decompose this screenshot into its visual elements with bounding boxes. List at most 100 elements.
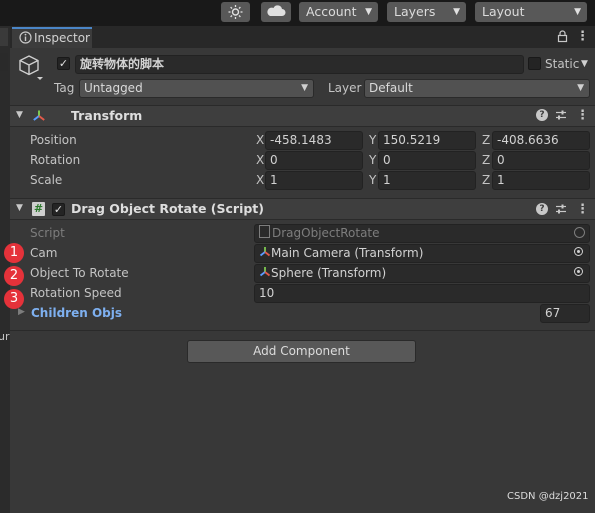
component-menu-icon[interactable]: ⋮: [576, 109, 589, 123]
tag-dropdown[interactable]: Untagged ▼: [79, 79, 314, 98]
rotation-x-input[interactable]: 0: [265, 151, 363, 170]
layout-dropdown[interactable]: Layout ▼: [475, 2, 587, 22]
layers-dropdown[interactable]: Layers ▼: [387, 2, 466, 22]
chevron-down-icon: ▼: [574, 7, 581, 17]
preset-sliders-icon[interactable]: [555, 109, 567, 121]
tag-label: Tag: [54, 81, 75, 95]
game-object-cube-icon: [19, 55, 43, 80]
watermark: CSDN @dzj2021: [507, 491, 589, 502]
object-to-rotate-value: Sphere (Transform): [271, 266, 387, 280]
axis-x-label[interactable]: X: [256, 131, 264, 150]
children-objs-label[interactable]: Children Objs: [31, 304, 122, 322]
chevron-down-icon: ▼: [301, 83, 308, 93]
script-field-label: Script: [30, 226, 65, 240]
rotation-z-value: 0: [497, 153, 505, 167]
layer-label: Layer: [328, 81, 362, 95]
rotation-y-value: 0: [383, 153, 391, 167]
rotation-z-input[interactable]: 0: [492, 151, 590, 170]
cam-reference-value: Main Camera (Transform): [271, 246, 424, 260]
script-reference-value: DragObjectRotate: [272, 226, 380, 240]
scale-y-input[interactable]: 1: [378, 171, 476, 190]
cam-reference-field[interactable]: Main Camera (Transform): [254, 244, 590, 263]
scale-label: Scale: [30, 173, 63, 187]
tab-label: Inspector: [34, 31, 90, 45]
annotation-marker-3: 3: [4, 289, 24, 309]
position-y-input[interactable]: 150.5219: [378, 131, 476, 150]
axis-y-label[interactable]: Y: [369, 151, 376, 170]
layer-dropdown[interactable]: Default ▼: [364, 79, 590, 98]
object-to-rotate-field[interactable]: Sphere (Transform): [254, 264, 590, 283]
chevron-down-icon: ▼: [365, 7, 372, 17]
scale-x-input[interactable]: 1: [265, 171, 363, 190]
cloud-button[interactable]: [261, 2, 291, 22]
axis-y-label[interactable]: Y: [369, 171, 376, 190]
object-name-input[interactable]: 旋转物体的脚本: [75, 55, 524, 74]
csharp-script-icon: #: [32, 202, 45, 216]
foldout-arrow-icon[interactable]: ▼: [16, 110, 23, 120]
position-label: Position: [30, 133, 77, 147]
info-icon: [19, 31, 32, 44]
axis-z-label[interactable]: Z: [482, 131, 490, 150]
axis-x-label[interactable]: X: [256, 151, 264, 170]
picker-dot: [577, 250, 580, 253]
add-component-button[interactable]: Add Component: [187, 340, 416, 363]
component-menu-icon[interactable]: ⋮: [576, 203, 589, 217]
component-separator: [10, 330, 595, 331]
static-checkbox[interactable]: [528, 57, 541, 70]
script-enabled-checkbox[interactable]: ✓: [52, 203, 65, 216]
children-count-input[interactable]: 67: [540, 304, 590, 323]
position-x-input[interactable]: -458.1483: [265, 131, 363, 150]
sun-icon: [228, 5, 243, 19]
children-count-value: 67: [545, 306, 561, 320]
static-dropdown-arrow[interactable]: ▼: [581, 59, 588, 69]
object-picker-icon[interactable]: [574, 247, 583, 256]
transform-title: Transform: [71, 108, 143, 123]
object-name-value: 旋转物体的脚本: [80, 57, 165, 71]
scale-z-value: 1: [497, 173, 505, 187]
more-menu-icon[interactable]: ⋮: [576, 30, 589, 44]
axis-x-label[interactable]: X: [256, 171, 264, 190]
help-icon[interactable]: ?: [536, 109, 548, 121]
position-z-value: -408.6636: [497, 133, 559, 147]
tag-value: Untagged: [84, 81, 143, 95]
left-panel-tab-stub: [0, 28, 8, 46]
picker-dot: [577, 270, 580, 273]
account-label: Account: [306, 4, 357, 19]
axis-z-label[interactable]: Z: [482, 171, 490, 190]
cloud-icon: [267, 5, 286, 16]
preset-sliders-icon[interactable]: [555, 203, 567, 215]
rotation-y-input[interactable]: 0: [378, 151, 476, 170]
position-x-value: -458.1483: [270, 133, 332, 147]
position-z-input[interactable]: -408.6636: [492, 131, 590, 150]
axis-y-label[interactable]: Y: [369, 131, 376, 150]
tab-bar: [10, 26, 595, 48]
chevron-down-icon: ▼: [577, 83, 584, 93]
rotation-speed-value: 10: [259, 286, 275, 300]
foldout-arrow-icon[interactable]: ▼: [16, 203, 23, 213]
rotation-label: Rotation: [30, 153, 81, 167]
cam-label: Cam: [30, 246, 58, 260]
lock-icon[interactable]: [557, 30, 568, 43]
help-icon[interactable]: ?: [536, 203, 548, 215]
object-to-rotate-label: Object To Rotate: [30, 266, 129, 280]
object-picker-icon: [574, 227, 585, 238]
script-file-icon: [259, 225, 270, 238]
transform-axis-icon: [259, 247, 271, 257]
foldout-arrow-icon[interactable]: ▶: [18, 307, 25, 317]
rotation-speed-input[interactable]: 10: [254, 284, 590, 303]
rotation-x-value: 0: [270, 153, 278, 167]
chevron-down-icon: ▼: [453, 7, 460, 17]
scale-x-value: 1: [270, 173, 278, 187]
axis-z-label[interactable]: Z: [482, 151, 490, 170]
transform-axis-icon: [33, 110, 45, 121]
scale-y-value: 1: [383, 173, 391, 187]
lighting-button[interactable]: [221, 2, 250, 22]
rotation-speed-label: Rotation Speed: [30, 286, 122, 300]
scale-z-input[interactable]: 1: [492, 171, 590, 190]
static-label: Static: [545, 57, 580, 71]
script-reference-field: DragObjectRotate: [254, 224, 590, 243]
object-picker-icon[interactable]: [574, 267, 583, 276]
object-active-checkbox[interactable]: ✓: [57, 57, 70, 70]
layers-label: Layers: [394, 4, 436, 19]
account-dropdown[interactable]: Account ▼: [299, 2, 378, 22]
